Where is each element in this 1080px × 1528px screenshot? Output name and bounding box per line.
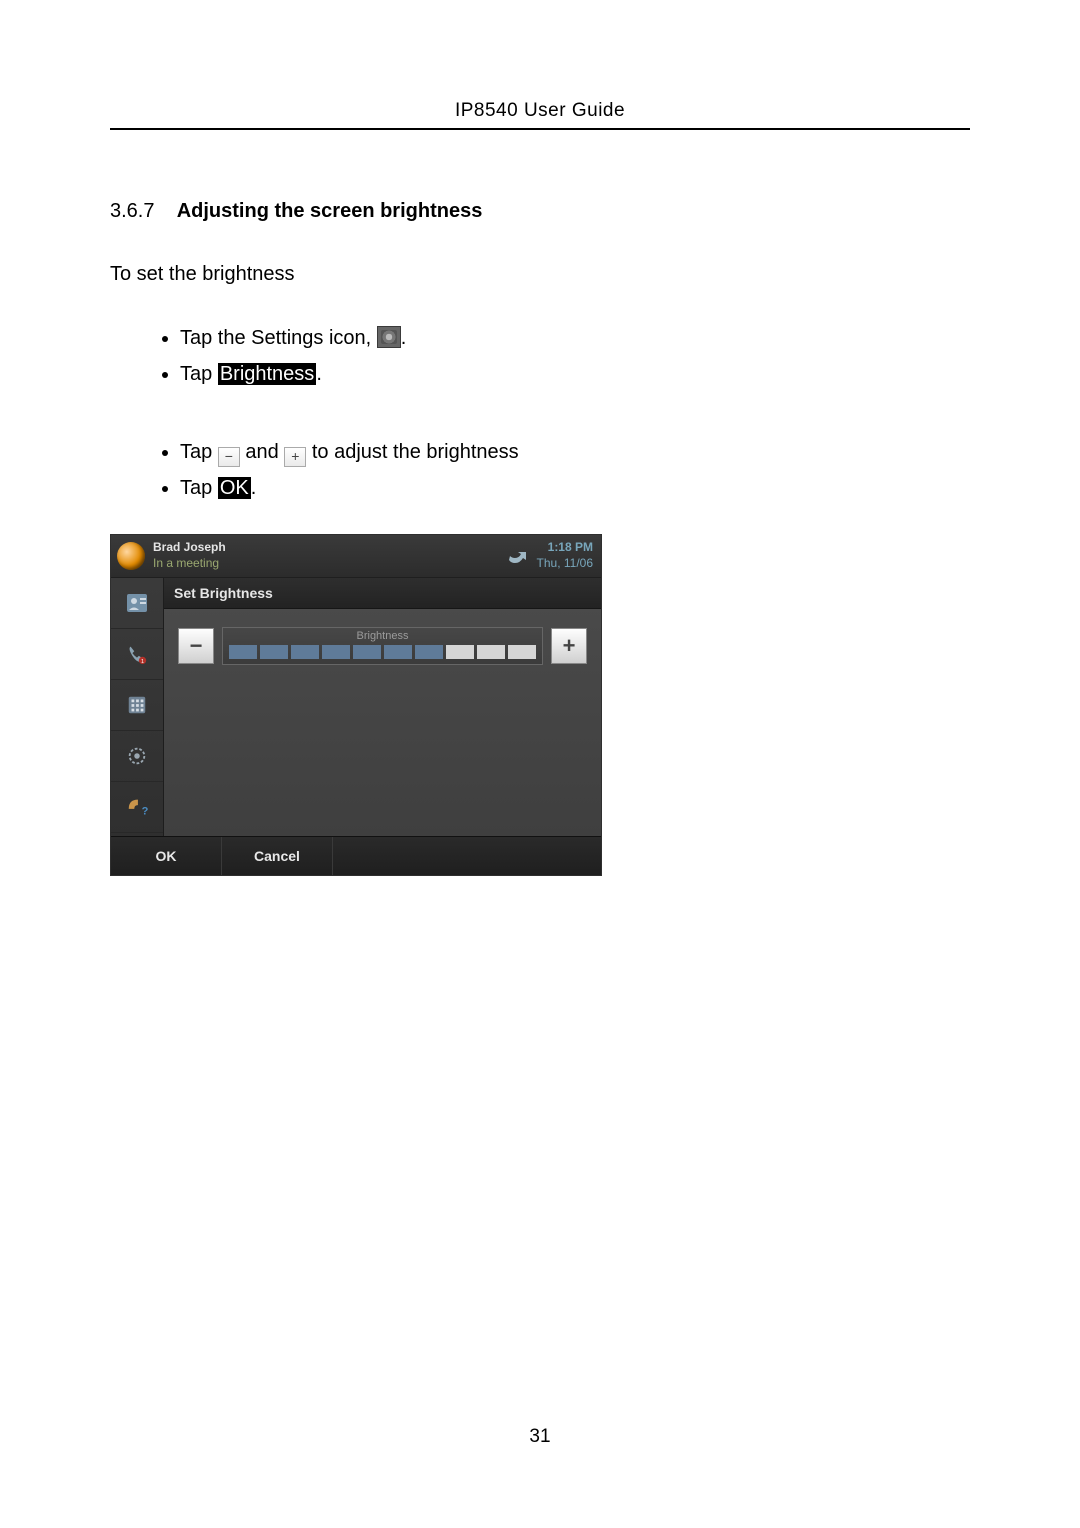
brightness-segment [477, 645, 505, 659]
call-forward-icon[interactable] [503, 542, 531, 570]
brightness-segment [229, 645, 257, 659]
contacts-icon [122, 588, 152, 618]
date: Thu, 11/06 [537, 556, 593, 572]
time: 1:18 PM [537, 540, 593, 556]
sidebar-contacts[interactable] [111, 578, 163, 629]
device-titlebar: Brad Joseph In a meeting 1:18 PM Thu, 11… [111, 535, 601, 578]
sidebar-help[interactable]: ? [111, 782, 163, 833]
help-icon: ? [122, 792, 152, 822]
dialpad-icon [122, 690, 152, 720]
brightness-label: Brightness [223, 630, 542, 642]
brightness-highlight: Brightness [218, 363, 317, 385]
svg-text:1: 1 [141, 659, 144, 665]
header-title: IP8540 User Guide [455, 100, 625, 121]
document-page: IP8540 User Guide 3.6.7 Adjusting the sc… [0, 0, 1080, 1528]
brightness-segment [384, 645, 412, 659]
title-text: Brad Joseph In a meeting [153, 540, 503, 571]
sidebar-dialpad[interactable] [111, 680, 163, 731]
brightness-segment [260, 645, 288, 659]
svg-text:?: ? [142, 805, 148, 817]
device-screenshot: Brad Joseph In a meeting 1:18 PM Thu, 11… [110, 534, 602, 876]
brightness-segment [322, 645, 350, 659]
phone-icon: 1 [122, 639, 152, 669]
section-heading: 3.6.7 Adjusting the screen brightness [110, 200, 970, 223]
brightness-segment [291, 645, 319, 659]
plus-icon: + [284, 447, 306, 467]
step-1: Tap the Settings icon, . [180, 322, 970, 354]
step-2: Tap Brightness. [180, 358, 970, 390]
section-number: 3.6.7 [110, 200, 154, 222]
page-number: 31 [0, 1426, 1080, 1448]
sidebar-settings[interactable] [111, 731, 163, 782]
presence-icon [117, 542, 145, 570]
step-list: Tap the Settings icon, . Tap Brightness. [110, 322, 970, 390]
brightness-segment [508, 645, 536, 659]
device-sidebar: 1 ? [111, 578, 164, 836]
brightness-segment [353, 645, 381, 659]
brightness-segment [446, 645, 474, 659]
cancel-button[interactable]: Cancel [222, 837, 333, 875]
user-status: In a meeting [153, 556, 503, 572]
brightness-segment [415, 645, 443, 659]
brightness-meter: Brightness [222, 627, 543, 665]
brightness-plus-button[interactable]: + [551, 628, 587, 664]
step-4: Tap OK. [180, 472, 970, 504]
device-footer: OK Cancel [111, 836, 601, 875]
panel-title: Set Brightness [164, 578, 601, 609]
user-name: Brad Joseph [153, 540, 503, 556]
ok-button[interactable]: OK [111, 837, 222, 875]
step-3: Tap − and + to adjust the brightness [180, 436, 970, 468]
step-list-2: Tap − and + to adjust the brightness Tap… [110, 436, 970, 504]
page-header: IP8540 User Guide [110, 100, 970, 130]
brightness-control: − Brightness + [178, 627, 587, 665]
brightness-minus-button[interactable]: − [178, 628, 214, 664]
settings-icon [377, 326, 401, 348]
gear-icon [122, 741, 152, 771]
clock: 1:18 PM Thu, 11/06 [537, 540, 601, 571]
minus-icon: − [218, 447, 240, 467]
intro-text: To set the brightness [110, 263, 970, 286]
device-content: Set Brightness − Brightness + [164, 578, 601, 836]
section-title: Adjusting the screen brightness [177, 200, 483, 222]
ok-highlight: OK [218, 477, 251, 499]
sidebar-calls[interactable]: 1 [111, 629, 163, 680]
